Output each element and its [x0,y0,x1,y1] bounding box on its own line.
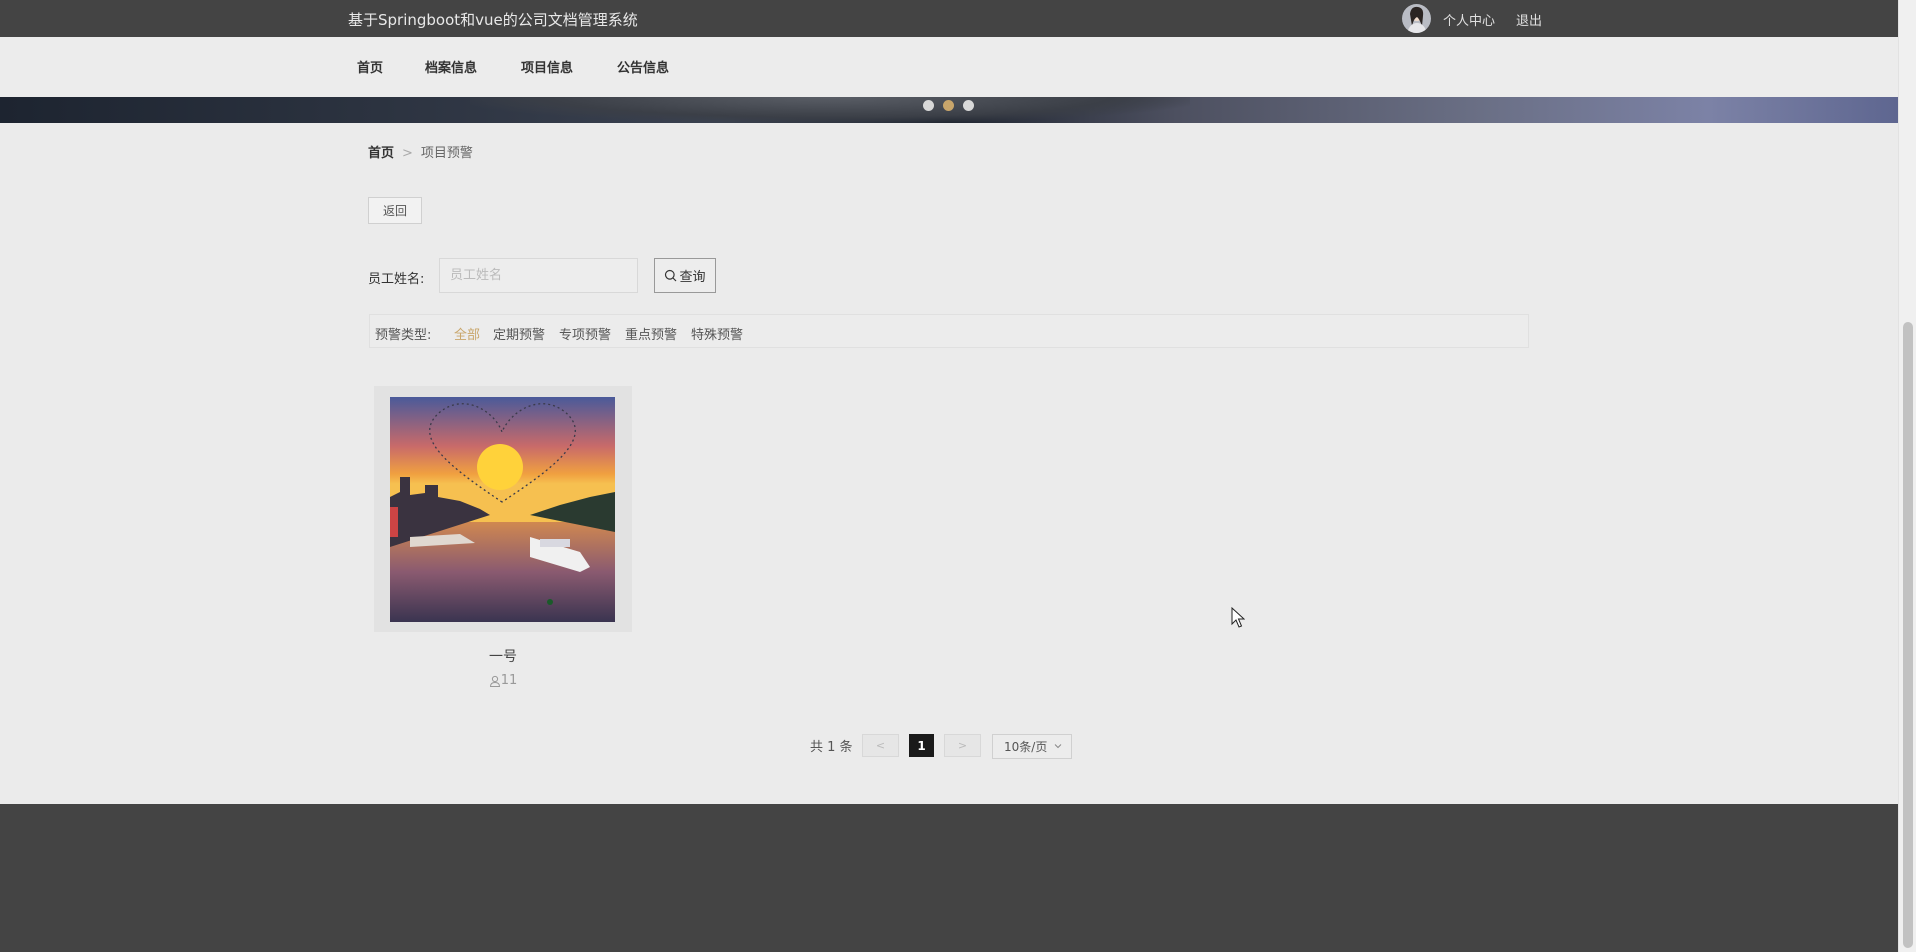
top-header-bar: 基于Springboot和vue的公司文档管理系统 个人中心 退出 [0,0,1898,37]
user-avatar[interactable] [1402,4,1431,33]
breadcrumb-home[interactable]: 首页 [368,146,394,161]
breadcrumb-separator: > [402,146,413,161]
page-size-select[interactable]: 10条/页 [992,734,1072,759]
vertical-scrollbar[interactable] [1898,0,1916,952]
chevron-down-icon [1054,744,1062,749]
filter-label: 预警类型: [375,328,432,343]
search-button[interactable]: 查询 [654,258,716,293]
carousel-dot-2[interactable] [943,100,954,111]
project-card-image[interactable] [390,397,615,622]
nav-item-archives[interactable]: 档案信息 [425,57,477,76]
pagination-prev-button[interactable]: < [862,734,899,757]
page-size-value: 10条/页 [1004,740,1048,754]
filter-option-special[interactable]: 特殊预警 [691,324,743,343]
carousel-dot-1[interactable] [923,100,934,111]
pagination-page-1[interactable]: 1 [909,734,934,757]
nav-item-notices[interactable]: 公告信息 [617,57,669,76]
logout-link[interactable]: 退出 [1516,10,1542,29]
project-card-name[interactable]: 一号 [374,646,632,666]
mouse-cursor-icon [1231,607,1245,628]
filter-option-special-project[interactable]: 专项预警 [559,324,611,343]
user-center-link[interactable]: 个人中心 [1443,10,1495,29]
project-card-meta: 11 [374,673,632,688]
filter-option-key[interactable]: 重点预警 [625,324,677,343]
filter-option-periodic[interactable]: 定期预警 [493,324,545,343]
back-button[interactable]: 返回 [368,197,422,224]
scrollbar-thumb[interactable] [1903,322,1913,948]
search-button-label: 查询 [679,270,706,285]
filter-option-all[interactable]: 全部 [454,324,480,343]
main-nav: 首页 档案信息 项目信息 公告信息 [0,37,1898,97]
breadcrumb-current: 项目预警 [420,146,473,161]
breadcrumb: 首页 > 项目预警 [368,142,473,161]
page-footer [0,804,1898,952]
carousel-dot-3[interactable] [963,100,974,111]
user-icon [489,675,500,687]
project-card-count: 11 [500,673,518,688]
pagination-next-button[interactable]: > [944,734,981,757]
nav-item-home[interactable]: 首页 [357,57,383,76]
pagination-total: 共 1 条 [810,740,853,755]
warning-type-filter: 预警类型: 全部 定期预警 专项预警 重点预警 特殊预警 [369,314,1529,348]
employee-name-input[interactable] [439,258,638,293]
nav-item-projects[interactable]: 项目信息 [521,57,573,76]
search-icon [665,269,677,282]
project-card[interactable] [374,386,632,632]
site-title: 基于Springboot和vue的公司文档管理系统 [348,11,638,29]
search-label: 员工姓名: [368,272,425,287]
